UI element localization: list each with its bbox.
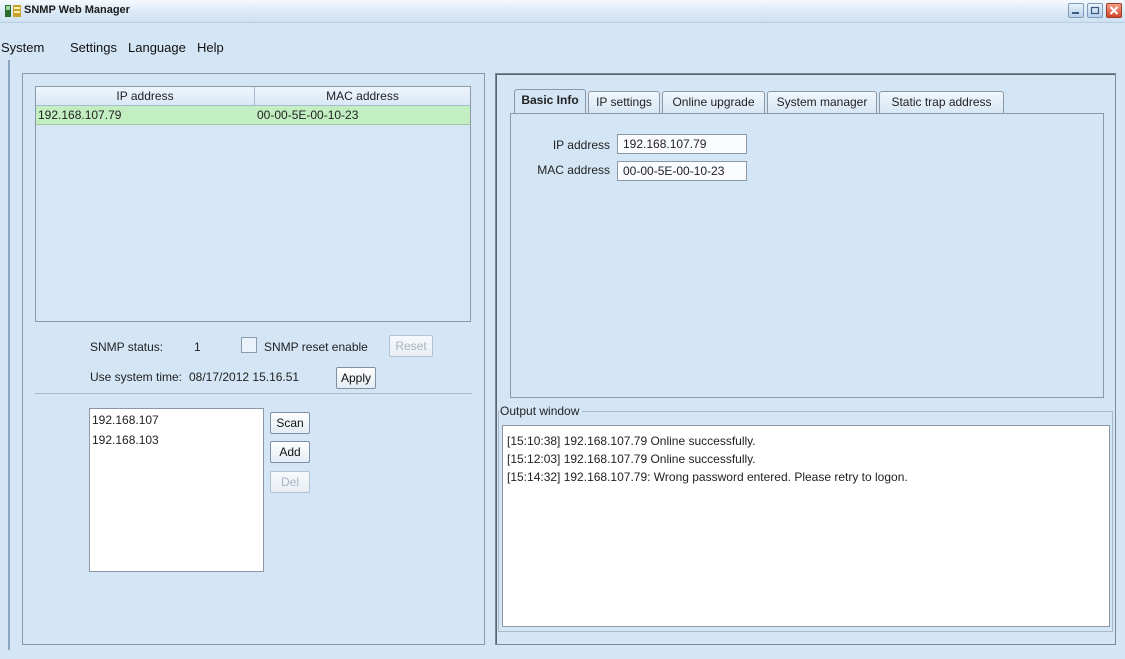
add-button[interactable]: Add — [270, 441, 310, 463]
apply-button[interactable]: Apply — [336, 367, 376, 389]
close-icon[interactable] — [1106, 3, 1122, 18]
del-button[interactable]: Del — [270, 471, 310, 493]
mac-address-label: MAC address — [537, 163, 610, 177]
log-line: [15:10:38] 192.168.107.79 Online success… — [507, 434, 756, 448]
menu-settings[interactable]: Settings — [70, 40, 117, 55]
snmp-status-label: SNMP status: — [90, 340, 164, 354]
column-header-ip[interactable]: IP address — [36, 87, 255, 106]
scan-range-list[interactable]: 192.168.107 192.168.103 — [89, 408, 264, 572]
tab-system-manager[interactable]: System manager — [767, 91, 877, 113]
tab-static-trap-address[interactable]: Static trap address — [879, 91, 1004, 113]
menu-language[interactable]: Language — [128, 40, 186, 55]
scan-button[interactable]: Scan — [270, 412, 310, 434]
list-item[interactable]: 192.168.107 — [92, 413, 159, 427]
title-bar: SNMP Web Manager — [0, 0, 1125, 23]
menu-system[interactable]: System — [1, 40, 44, 55]
tab-basic-info[interactable]: Basic Info — [514, 89, 586, 113]
tab-ip-settings[interactable]: IP settings — [588, 91, 660, 113]
menu-help[interactable]: Help — [197, 40, 224, 55]
snmp-reset-enable-label: SNMP reset enable — [264, 340, 368, 354]
row-ip: 192.168.107.79 — [38, 108, 122, 122]
output-window-title: Output window — [500, 404, 583, 418]
tab-content-basic-info — [510, 113, 1104, 398]
snmp-app-icon — [5, 4, 21, 18]
system-time-label: Use system time: — [90, 370, 183, 384]
divider — [35, 393, 472, 394]
maximize-icon[interactable] — [1087, 3, 1103, 18]
output-log[interactable]: [15:10:38] 192.168.107.79 Online success… — [502, 425, 1110, 627]
window-left-border — [8, 60, 10, 650]
list-item[interactable]: 192.168.103 — [92, 433, 159, 447]
row-mac: 00-00-5E-00-10-23 — [257, 108, 359, 122]
device-table: IP address MAC address 192.168.107.79 00… — [35, 86, 471, 322]
log-line: [15:14:32] 192.168.107.79: Wrong passwor… — [507, 470, 908, 484]
ip-address-field[interactable]: 192.168.107.79 — [617, 134, 747, 154]
tab-online-upgrade[interactable]: Online upgrade — [662, 91, 765, 113]
log-line: [15:12:03] 192.168.107.79 Online success… — [507, 452, 756, 466]
system-time-value: 08/17/2012 15.16.51 — [189, 370, 300, 384]
ip-address-label: IP address — [552, 138, 610, 152]
snmp-reset-enable-checkbox[interactable] — [241, 337, 257, 353]
reset-button[interactable]: Reset — [389, 335, 433, 357]
window-title: SNMP Web Manager — [24, 4, 130, 16]
minimize-icon[interactable] — [1068, 3, 1084, 18]
mac-address-field[interactable]: 00-00-5E-00-10-23 — [617, 161, 747, 181]
column-header-mac[interactable]: MAC address — [255, 87, 470, 106]
snmp-status-value: 1 — [194, 340, 201, 354]
table-row[interactable]: 192.168.107.79 00-00-5E-00-10-23 — [36, 106, 470, 125]
